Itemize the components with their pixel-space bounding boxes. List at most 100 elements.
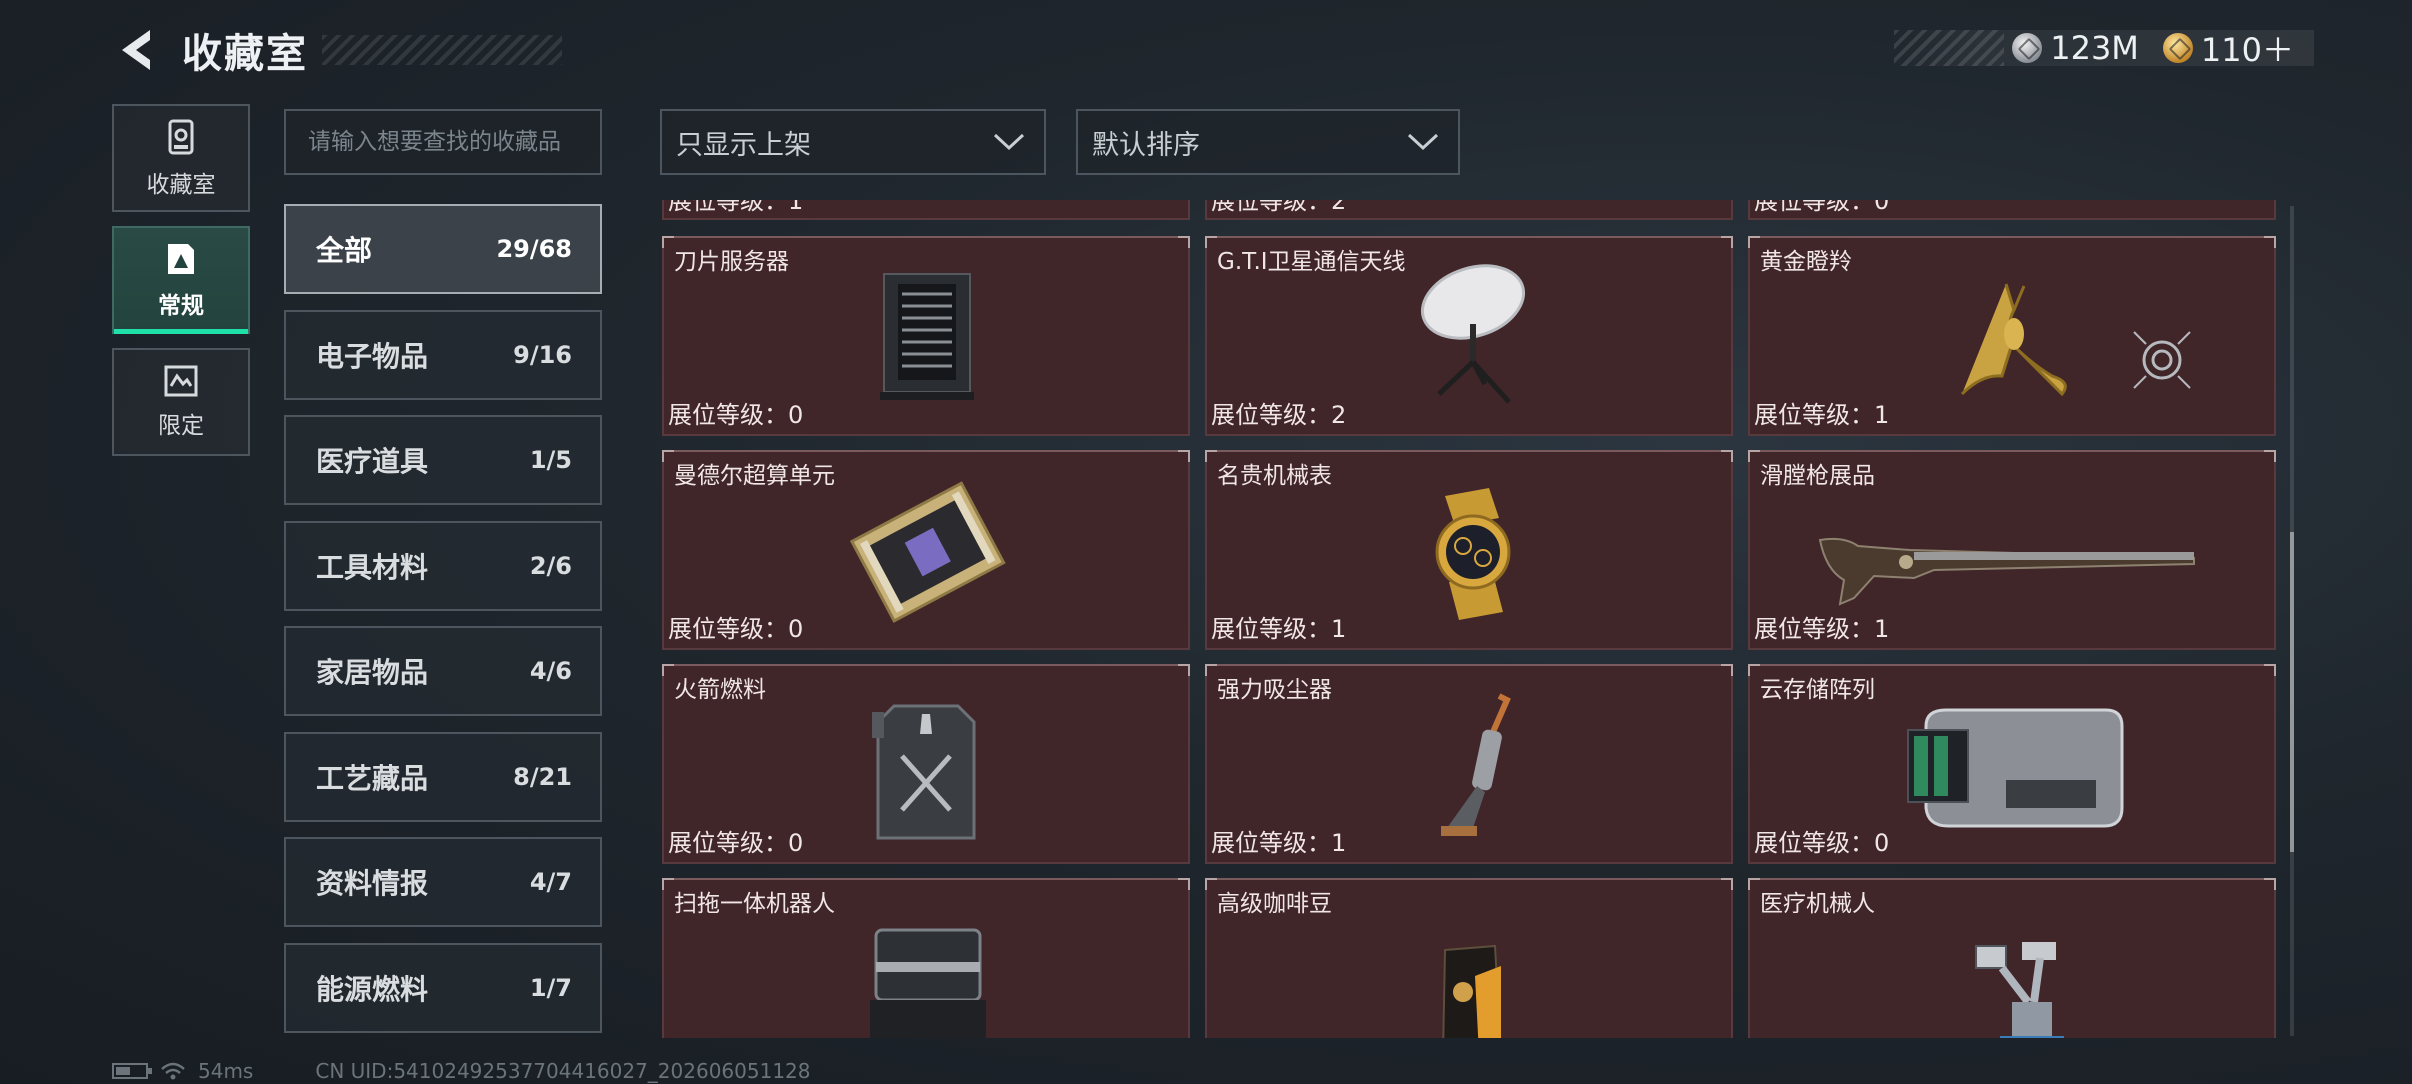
- nav-tab-label: 常规: [158, 293, 204, 319]
- collectible-card[interactable]: 名贵机械表 展位等级：1: [1205, 450, 1733, 650]
- silver-currency: 123M: [2012, 29, 2139, 67]
- collectible-card[interactable]: 展位等级：0: [1748, 200, 2276, 220]
- scrollbar-thumb[interactable]: [2290, 532, 2294, 852]
- golden-gazelle-icon: [1960, 283, 2067, 397]
- display-level: 展位等级：0: [668, 615, 804, 643]
- back-button[interactable]: [112, 24, 160, 76]
- item-name: 黄金瞪羚: [1760, 249, 1852, 275]
- page-title: 收藏室: [182, 31, 308, 77]
- display-level: 展位等级：1: [668, 200, 804, 215]
- display-level: 展位等级：0: [668, 829, 804, 857]
- category-home[interactable]: 家居物品 4/6: [284, 626, 602, 716]
- vacuum-cleaner-icon: [1441, 693, 1511, 836]
- regular-icon: [168, 244, 194, 274]
- search-input[interactable]: [286, 111, 600, 173]
- limited-icon: [164, 365, 198, 397]
- collectible-card[interactable]: 滑膛枪展品 展位等级：1: [1748, 450, 2276, 650]
- collectible-grid: 展位等级：1 展位等级：2 展位等级：0 刀片服务器 展位等级：0 G.T.I卫…: [660, 200, 2280, 1038]
- collectible-card[interactable]: 强力吸尘器 展位等级：1: [1205, 664, 1733, 864]
- category-name: 工艺藏品: [316, 762, 429, 795]
- nav-tab-label: 限定: [158, 413, 204, 439]
- category-medical[interactable]: 医疗道具 1/5: [284, 415, 602, 505]
- target-reticle-icon: [2133, 331, 2191, 389]
- coffee-beans-icon: [1442, 944, 1502, 1038]
- collectible-card[interactable]: 高级咖啡豆: [1205, 878, 1733, 1038]
- silver-currency-value: 123M: [2050, 29, 2139, 67]
- collectible-card[interactable]: G.T.I卫星通信天线 展位等级：2: [1205, 236, 1733, 436]
- supercomputer-unit-icon: [849, 481, 1006, 623]
- display-level: 展位等级：2: [1211, 200, 1347, 215]
- nav-tab-limited[interactable]: 限定: [112, 348, 250, 456]
- category-crafts[interactable]: 工艺藏品 8/21: [284, 732, 602, 822]
- collectible-card[interactable]: 医疗机械人: [1748, 878, 2276, 1038]
- collectible-card[interactable]: 云存储阵列 展位等级：0: [1748, 664, 2276, 864]
- cloud-storage-icon: [1907, 708, 2124, 828]
- wifi-icon: [161, 1062, 185, 1080]
- chevron-down-icon: [993, 133, 1025, 151]
- display-level: 展位等级：2: [1211, 401, 1347, 429]
- collection-screen: 收藏室 123M 110＋ 收藏室 常规 限定 请输入想要查找的收藏品 只显示上…: [0, 0, 2412, 1084]
- item-name: 名贵机械表: [1217, 463, 1332, 489]
- category-electronics[interactable]: 电子物品 9/16: [284, 310, 602, 400]
- satellite-antenna-icon: [1420, 264, 1526, 404]
- nav-tab-collection-room[interactable]: 收藏室: [112, 104, 250, 212]
- item-name: 医疗机械人: [1760, 891, 1875, 917]
- battery-icon: [112, 1063, 152, 1079]
- gold-currency[interactable]: 110＋: [2162, 25, 2294, 71]
- display-level: 展位等级：0: [668, 401, 804, 429]
- title-decoration: [322, 35, 562, 65]
- currency-bar: 123M 110＋: [1894, 29, 2314, 69]
- uid-text: CN UID:54102492537704416027_202606051128: [315, 1059, 811, 1083]
- item-name: 曼德尔超算单元: [674, 463, 835, 489]
- musket-icon: [1818, 537, 2195, 606]
- category-name: 电子物品: [316, 340, 429, 373]
- category-name: 工具材料: [316, 551, 429, 584]
- category-tools[interactable]: 工具材料 2/6: [284, 521, 602, 611]
- category-name: 能源燃料: [316, 973, 429, 1006]
- gold-currency-value: 110＋: [2200, 31, 2294, 69]
- collectible-card[interactable]: 扫拖一体机器人: [662, 878, 1190, 1038]
- category-count: 1/7: [529, 974, 572, 1002]
- silver-coin-icon: [2012, 33, 2043, 63]
- category-count: 9/16: [513, 341, 572, 369]
- search-box: [284, 109, 602, 175]
- item-name: 强力吸尘器: [1217, 677, 1332, 703]
- back-arrow-icon: [122, 30, 150, 70]
- display-filter-dropdown[interactable]: 只显示上架: [660, 109, 1046, 175]
- category-count: 4/7: [529, 868, 572, 896]
- collectible-card[interactable]: 刀片服务器 展位等级：0: [662, 236, 1190, 436]
- nav-tab-regular[interactable]: 常规: [112, 226, 250, 334]
- display-level: 展位等级：1: [1211, 615, 1347, 643]
- category-name: 全部: [316, 234, 373, 267]
- item-name: 滑膛枪展品: [1760, 463, 1875, 489]
- sort-value: 默认排序: [1092, 129, 1200, 161]
- item-name: 刀片服务器: [674, 249, 789, 275]
- grid-scrollbar[interactable]: [2290, 206, 2294, 1036]
- category-intel[interactable]: 资料情报 4/7: [284, 837, 602, 927]
- display-level: 展位等级：0: [1754, 200, 1890, 215]
- chevron-down-icon: [1407, 133, 1439, 151]
- collectible-card[interactable]: 展位等级：1: [662, 200, 1190, 220]
- collectible-card[interactable]: 展位等级：2: [1205, 200, 1733, 220]
- item-name: 云存储阵列: [1760, 677, 1875, 703]
- category-count: 1/5: [529, 446, 572, 474]
- blade-server-icon: [880, 273, 974, 400]
- header: 收藏室: [112, 22, 562, 78]
- display-level: 展位等级：1: [1754, 615, 1890, 643]
- mop-robot-icon: [870, 928, 986, 1038]
- latency-text: 54ms: [198, 1059, 254, 1083]
- category-count: 29/68: [496, 235, 572, 263]
- collectible-card[interactable]: 黄金瞪羚 展位等级：1: [1748, 236, 2276, 436]
- collectible-card[interactable]: 火箭燃料 展位等级：0: [662, 664, 1190, 864]
- item-name: 高级咖啡豆: [1217, 891, 1332, 917]
- category-name: 资料情报: [316, 867, 429, 900]
- display-level: 展位等级：1: [1211, 829, 1347, 857]
- category-name: 家居物品: [316, 656, 429, 689]
- gold-coin-icon: [2162, 33, 2193, 63]
- category-all[interactable]: 全部 29/68: [284, 204, 602, 294]
- collectible-card[interactable]: 曼德尔超算单元 展位等级：0: [662, 450, 1190, 650]
- item-name: 火箭燃料: [674, 677, 766, 703]
- sort-dropdown[interactable]: 默认排序: [1076, 109, 1460, 175]
- category-name: 医疗道具: [316, 445, 429, 478]
- category-energy[interactable]: 能源燃料 1/7: [284, 943, 602, 1033]
